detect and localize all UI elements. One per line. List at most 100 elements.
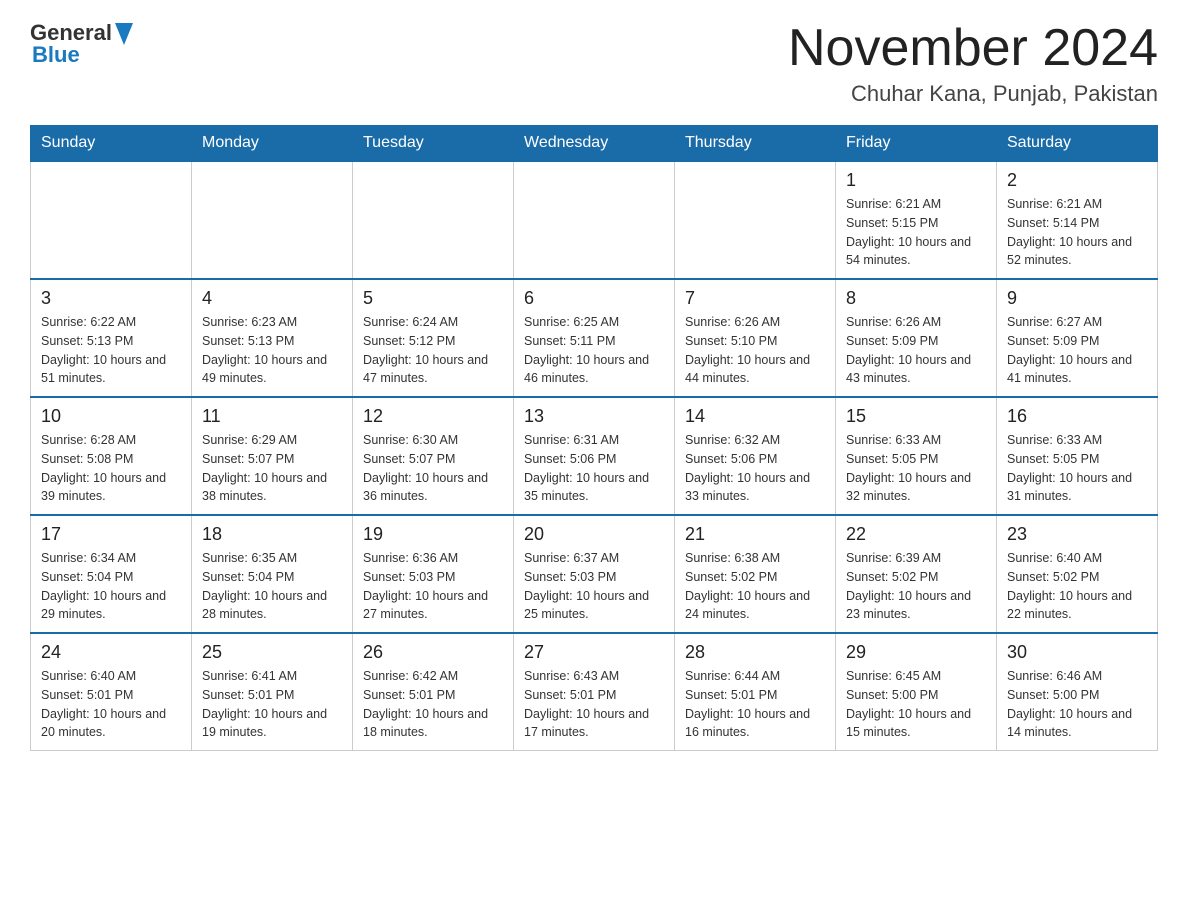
day-number: 12 (363, 406, 503, 427)
calendar-day-header: Friday (836, 126, 997, 162)
logo-blue: Blue (32, 42, 80, 68)
calendar-cell: 13Sunrise: 6:31 AM Sunset: 5:06 PM Dayli… (514, 397, 675, 515)
day-info: Sunrise: 6:35 AM Sunset: 5:04 PM Dayligh… (202, 549, 342, 624)
day-number: 28 (685, 642, 825, 663)
calendar-cell: 14 Sunrise: 6:32 AM Sunset: 5:06 PM Dayli… (675, 397, 836, 515)
day-info: Sunrise: 6:38 AM Sunset: 5:02 PM Dayligh… (685, 549, 825, 624)
calendar-cell: 20 Sunrise: 6:37 AM Sunset: 5:03 PM Dayli… (514, 515, 675, 633)
day-number: 25 (202, 642, 342, 663)
page-header: General Blue November 2024 Chuhar Kana, … (30, 20, 1158, 107)
location-title: Chuhar Kana, Punjab, Pakistan (788, 81, 1158, 107)
day-info: Sunrise: 6:28 AM Sunset: 5:08 PM Dayligh… (41, 431, 181, 506)
header-right: November 2024 Chuhar Kana, Punjab, Pakis… (788, 20, 1158, 107)
day-number: 8 (846, 288, 986, 309)
day-number: 13 (524, 406, 664, 427)
day-number: 6 (524, 288, 664, 309)
calendar-cell (353, 161, 514, 279)
day-info: Sunrise: 6:33 AM Sunset: 5:05 PM Dayligh… (846, 431, 986, 506)
day-number: 21 (685, 524, 825, 545)
calendar-cell: 3 Sunrise: 6:22 AM Sunset: 5:13 PM Daylig… (31, 279, 192, 397)
calendar-cell: 7 Sunrise: 6:26 AM Sunset: 5:10 PM Daylig… (675, 279, 836, 397)
day-info: Sunrise: 6:39 AM Sunset: 5:02 PM Dayligh… (846, 549, 986, 624)
day-number: 9 (1007, 288, 1147, 309)
day-number: 27 (524, 642, 664, 663)
calendar-header-row: SundayMondayTuesdayWednesdayThursdayFrid… (31, 126, 1158, 162)
day-info: Sunrise: 6:40 AM Sunset: 5:02 PM Dayligh… (1007, 549, 1147, 624)
day-info: Sunrise: 6:32 AM Sunset: 5:06 PM Dayligh… (685, 431, 825, 506)
day-info: Sunrise: 6:36 AM Sunset: 5:03 PM Dayligh… (363, 549, 503, 624)
day-info: Sunrise: 6:26 AM Sunset: 5:09 PM Dayligh… (846, 313, 986, 388)
calendar-week-row: 10 Sunrise: 6:28 AM Sunset: 5:08 PM Dayli… (31, 397, 1158, 515)
day-info: Sunrise: 6:37 AM Sunset: 5:03 PM Dayligh… (524, 549, 664, 624)
calendar-cell: 30 Sunrise: 6:46 AM Sunset: 5:00 PM Dayli… (997, 633, 1158, 751)
calendar-cell: 10 Sunrise: 6:28 AM Sunset: 5:08 PM Dayli… (31, 397, 192, 515)
calendar-cell: 27Sunrise: 6:43 AM Sunset: 5:01 PM Dayli… (514, 633, 675, 751)
day-info: Sunrise: 6:27 AM Sunset: 5:09 PM Dayligh… (1007, 313, 1147, 388)
day-number: 3 (41, 288, 181, 309)
calendar-cell: 6 Sunrise: 6:25 AM Sunset: 5:11 PM Daylig… (514, 279, 675, 397)
calendar-cell: 18 Sunrise: 6:35 AM Sunset: 5:04 PM Dayli… (192, 515, 353, 633)
month-title: November 2024 (788, 20, 1158, 77)
day-info: Sunrise: 6:25 AM Sunset: 5:11 PM Dayligh… (524, 313, 664, 388)
day-info: Sunrise: 6:41 AM Sunset: 5:01 PM Dayligh… (202, 667, 342, 742)
calendar-week-row: 24Sunrise: 6:40 AM Sunset: 5:01 PM Dayli… (31, 633, 1158, 751)
calendar-cell: 1 Sunrise: 6:21 AM Sunset: 5:15 PM Daylig… (836, 161, 997, 279)
calendar-cell: 21 Sunrise: 6:38 AM Sunset: 5:02 PM Dayli… (675, 515, 836, 633)
day-number: 30 (1007, 642, 1147, 663)
day-info: Sunrise: 6:33 AM Sunset: 5:05 PM Dayligh… (1007, 431, 1147, 506)
calendar-cell: 19Sunrise: 6:36 AM Sunset: 5:03 PM Dayli… (353, 515, 514, 633)
calendar-cell: 2 Sunrise: 6:21 AM Sunset: 5:14 PM Daylig… (997, 161, 1158, 279)
day-info: Sunrise: 6:44 AM Sunset: 5:01 PM Dayligh… (685, 667, 825, 742)
calendar-week-row: 17Sunrise: 6:34 AM Sunset: 5:04 PM Dayli… (31, 515, 1158, 633)
day-info: Sunrise: 6:23 AM Sunset: 5:13 PM Dayligh… (202, 313, 342, 388)
day-info: Sunrise: 6:21 AM Sunset: 5:15 PM Dayligh… (846, 195, 986, 270)
calendar-cell (675, 161, 836, 279)
day-info: Sunrise: 6:46 AM Sunset: 5:00 PM Dayligh… (1007, 667, 1147, 742)
calendar-cell: 9 Sunrise: 6:27 AM Sunset: 5:09 PM Daylig… (997, 279, 1158, 397)
day-number: 23 (1007, 524, 1147, 545)
calendar-cell: 22 Sunrise: 6:39 AM Sunset: 5:02 PM Dayli… (836, 515, 997, 633)
calendar-cell: 8 Sunrise: 6:26 AM Sunset: 5:09 PM Daylig… (836, 279, 997, 397)
day-number: 17 (41, 524, 181, 545)
calendar-cell: 4 Sunrise: 6:23 AM Sunset: 5:13 PM Daylig… (192, 279, 353, 397)
day-number: 22 (846, 524, 986, 545)
calendar-cell: 12 Sunrise: 6:30 AM Sunset: 5:07 PM Dayli… (353, 397, 514, 515)
calendar-cell: 11 Sunrise: 6:29 AM Sunset: 5:07 PM Dayli… (192, 397, 353, 515)
calendar-cell: 29Sunrise: 6:45 AM Sunset: 5:00 PM Dayli… (836, 633, 997, 751)
day-info: Sunrise: 6:29 AM Sunset: 5:07 PM Dayligh… (202, 431, 342, 506)
day-info: Sunrise: 6:45 AM Sunset: 5:00 PM Dayligh… (846, 667, 986, 742)
day-number: 4 (202, 288, 342, 309)
day-info: Sunrise: 6:30 AM Sunset: 5:07 PM Dayligh… (363, 431, 503, 506)
calendar-day-header: Saturday (997, 126, 1158, 162)
calendar-cell: 24Sunrise: 6:40 AM Sunset: 5:01 PM Dayli… (31, 633, 192, 751)
calendar-cell: 26 Sunrise: 6:42 AM Sunset: 5:01 PM Dayli… (353, 633, 514, 751)
calendar-day-header: Tuesday (353, 126, 514, 162)
day-number: 10 (41, 406, 181, 427)
day-number: 26 (363, 642, 503, 663)
day-info: Sunrise: 6:26 AM Sunset: 5:10 PM Dayligh… (685, 313, 825, 388)
calendar-cell (31, 161, 192, 279)
day-number: 15 (846, 406, 986, 427)
day-info: Sunrise: 6:40 AM Sunset: 5:01 PM Dayligh… (41, 667, 181, 742)
calendar-day-header: Wednesday (514, 126, 675, 162)
day-info: Sunrise: 6:24 AM Sunset: 5:12 PM Dayligh… (363, 313, 503, 388)
day-number: 2 (1007, 170, 1147, 191)
calendar-week-row: 3 Sunrise: 6:22 AM Sunset: 5:13 PM Daylig… (31, 279, 1158, 397)
day-number: 11 (202, 406, 342, 427)
day-number: 20 (524, 524, 664, 545)
day-number: 16 (1007, 406, 1147, 427)
day-number: 18 (202, 524, 342, 545)
day-number: 14 (685, 406, 825, 427)
calendar-cell: 23 Sunrise: 6:40 AM Sunset: 5:02 PM Dayli… (997, 515, 1158, 633)
day-number: 1 (846, 170, 986, 191)
day-info: Sunrise: 6:42 AM Sunset: 5:01 PM Dayligh… (363, 667, 503, 742)
calendar-day-header: Sunday (31, 126, 192, 162)
day-number: 7 (685, 288, 825, 309)
calendar-table: SundayMondayTuesdayWednesdayThursdayFrid… (30, 125, 1158, 751)
calendar-cell: 15 Sunrise: 6:33 AM Sunset: 5:05 PM Dayli… (836, 397, 997, 515)
day-info: Sunrise: 6:21 AM Sunset: 5:14 PM Dayligh… (1007, 195, 1147, 270)
calendar-day-header: Thursday (675, 126, 836, 162)
logo: General Blue (30, 20, 133, 68)
calendar-cell: 5Sunrise: 6:24 AM Sunset: 5:12 PM Daylig… (353, 279, 514, 397)
day-info: Sunrise: 6:22 AM Sunset: 5:13 PM Dayligh… (41, 313, 181, 388)
